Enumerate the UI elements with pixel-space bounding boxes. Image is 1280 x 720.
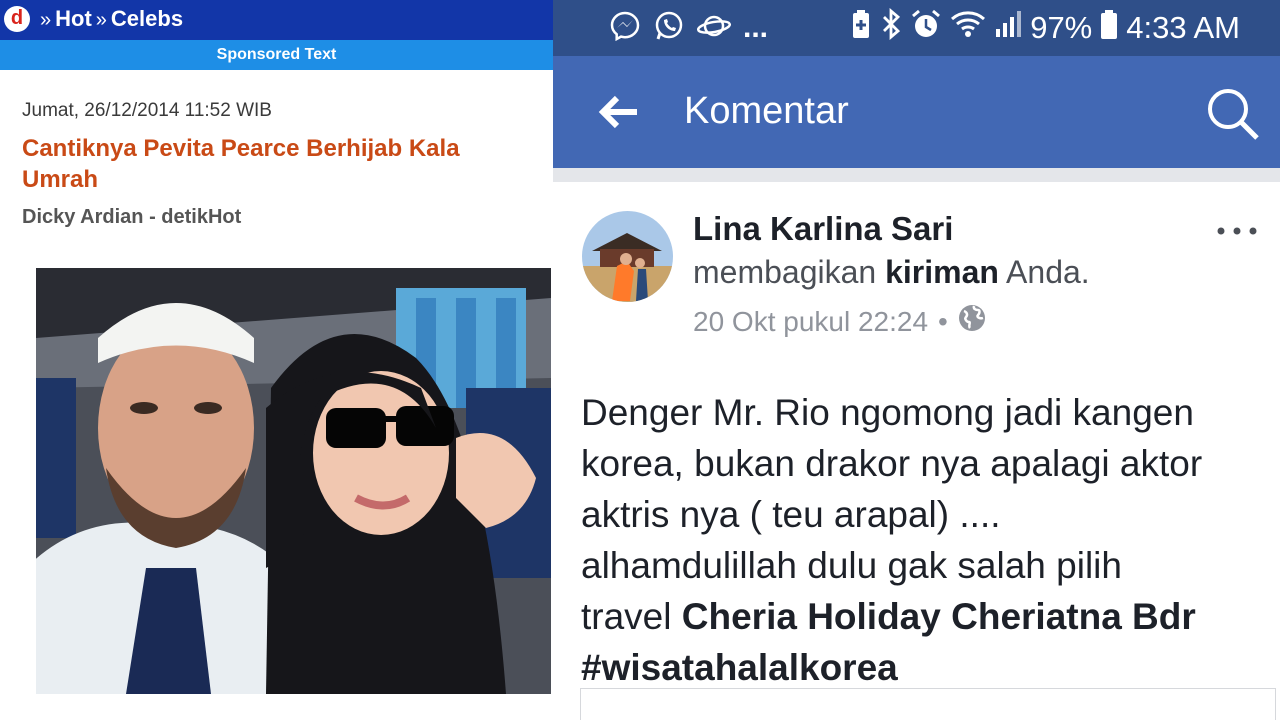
post-author-name[interactable]: Lina Karlina Sari — [693, 210, 953, 248]
hashtag-link[interactable]: #wisatahalalkorea — [581, 642, 1271, 693]
shared-suffix: Anda. — [1006, 254, 1090, 290]
globe-icon — [958, 304, 986, 339]
battery-icon — [1100, 8, 1118, 48]
system-status: 97% 4:33 AM — [850, 7, 1240, 48]
shared-post-link[interactable]: kiriman — [885, 254, 999, 290]
article-title[interactable]: Cantiknya Pevita Pearce Berhijab Kala Um… — [22, 133, 532, 195]
back-arrow-icon[interactable] — [597, 92, 641, 132]
article-date: Jumat, 26/12/2014 11:52 WIB — [22, 100, 272, 121]
more-options-icon[interactable] — [1215, 218, 1259, 244]
sponsored-text-link[interactable]: Sponsored Text — [0, 40, 553, 70]
detik-logo[interactable]: d — [4, 6, 30, 32]
app-bar: Komentar — [553, 56, 1280, 168]
notification-icons: ... — [609, 10, 769, 47]
post-timestamp[interactable]: 20 Okt pukul 22:24 — [693, 306, 928, 338]
shared-prefix: membagikan — [693, 254, 877, 290]
post-text-line: travel Cheria Holiday Cheriatna Bdr — [581, 591, 1271, 642]
tagged-page-link[interactable]: Cheria Holiday Cheriatna Bdr — [682, 596, 1196, 637]
detik-logo-letter: d — [10, 7, 24, 29]
post-text-line: alhamdulillah dulu gak salah pilih — [581, 545, 1122, 586]
avatar[interactable] — [582, 211, 673, 302]
android-status-bar: ... 97% 4:33 AM — [553, 0, 1280, 56]
more-notifications: ... — [743, 11, 769, 44]
planet-icon — [696, 10, 732, 47]
meta-dot: • — [938, 305, 948, 337]
article-photo[interactable] — [36, 268, 551, 694]
post-meta: 20 Okt pukul 22:24 • — [693, 304, 986, 339]
post-text: Denger Mr. Rio ngomong jadi kangen korea… — [581, 387, 1271, 693]
page-title: Komentar — [684, 90, 849, 132]
battery-percent: 97% — [1030, 10, 1093, 45]
detik-header-bar: d » Hot» Celebs — [0, 0, 553, 40]
battery-saver-icon — [850, 8, 872, 48]
post-text-line: korea, bukan drakor nya apalagi aktor — [581, 443, 1203, 484]
breadcrumb: » Hot» Celebs — [36, 6, 183, 33]
travel-word: travel — [581, 596, 672, 637]
alarm-icon — [910, 8, 942, 48]
bluetooth-icon — [880, 7, 902, 48]
article-author: Dicky Ardian - detikHot — [22, 206, 242, 228]
detik-article-panel: d » Hot» Celebs Sponsored Text Jumat, 26/1… — [0, 0, 553, 720]
breadcrumb-separator: » — [95, 9, 107, 31]
breadcrumb-separator: » — [40, 9, 52, 31]
shared-post-card[interactable] — [580, 688, 1276, 720]
shared-description: membagikan kiriman Anda. — [693, 254, 1090, 291]
post-text-line: Denger Mr. Rio ngomong jadi kangen — [581, 392, 1194, 433]
divider — [553, 168, 1280, 182]
post-text-line: aktris nya ( teu arapal) .... — [581, 494, 1001, 535]
messenger-icon — [609, 10, 641, 47]
clock: 4:33 AM — [1126, 10, 1240, 45]
facebook-comments-panel: ... 97% 4:33 AM Komentar Lina Karlina Sa… — [553, 0, 1280, 720]
wifi-icon — [950, 9, 986, 47]
breadcrumb-celebs[interactable]: Celebs — [111, 6, 183, 31]
whatsapp-icon — [653, 10, 685, 47]
breadcrumb-hot[interactable]: Hot — [55, 6, 92, 31]
search-icon[interactable] — [1205, 86, 1261, 142]
signal-icon — [994, 9, 1022, 47]
